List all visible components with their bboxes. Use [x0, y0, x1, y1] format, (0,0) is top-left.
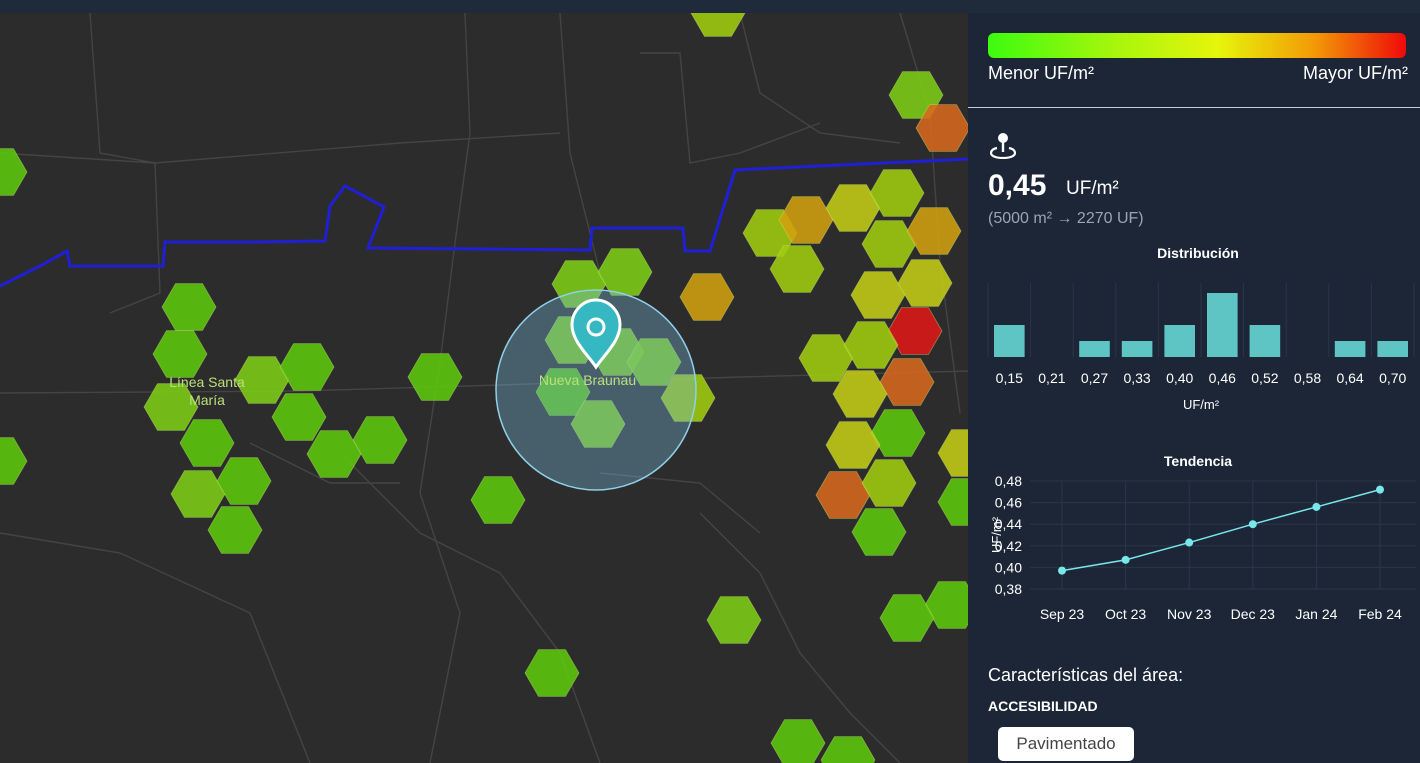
price-hexagon[interactable]	[879, 594, 935, 642]
price-hexagon[interactable]	[306, 430, 362, 478]
price-hexagon[interactable]	[937, 429, 968, 477]
dist-bar	[1079, 341, 1110, 357]
price-value: 0,45	[988, 169, 1047, 202]
dist-bar	[994, 325, 1025, 357]
price-hexagon[interactable]	[0, 437, 28, 485]
dist-bar	[1334, 341, 1366, 357]
map-roads	[0, 13, 968, 763]
dist-tick-label: 0,46	[1209, 370, 1236, 386]
trend-x-tick-label: Feb 24	[1358, 606, 1402, 622]
price-hexagon[interactable]	[861, 459, 917, 507]
price-hexagon[interactable]	[161, 283, 217, 331]
dist-tick-label: 0,21	[1038, 370, 1065, 386]
distribution-chart: 0,15 0,21 0,27 0,33 0,40 0,46 0,52 0,58 0,64 0,70…	[987, 283, 1415, 412]
price-hexagon[interactable]	[597, 248, 653, 296]
trend-point	[1058, 566, 1066, 575]
price-hexagons[interactable]	[0, 13, 968, 763]
price-hexagon[interactable]	[861, 220, 917, 268]
dist-tick-label: 0,58	[1294, 370, 1321, 386]
trend-y-tick-label: 0,48	[995, 473, 1022, 489]
price-hexagon[interactable]	[170, 470, 226, 518]
info-panel: Menor UF/m² Mayor UF/m² 0,45 UF/m² (5000…	[968, 13, 1420, 763]
price-hexagon[interactable]	[870, 409, 926, 457]
trend-y-tick-label: 0,38	[995, 581, 1022, 597]
price-legend-gradient	[988, 33, 1406, 58]
trend-point	[1312, 502, 1321, 511]
price-hexagon[interactable]	[352, 416, 408, 464]
price-hexagon[interactable]	[279, 343, 335, 391]
dist-bar	[1207, 293, 1238, 357]
trend-x-tick-label: Nov 23	[1167, 606, 1212, 622]
map-canvas[interactable]	[0, 13, 968, 763]
trend-point	[1248, 520, 1257, 529]
dist-x-axis-label: UF/m²	[1183, 397, 1220, 412]
price-hexagon[interactable]	[825, 421, 881, 469]
price-hexagon[interactable]	[524, 649, 580, 697]
price-hexagon[interactable]	[850, 271, 906, 319]
price-hexagon[interactable]	[897, 259, 953, 307]
trend-chart-title: Tendencia	[1163, 453, 1233, 469]
dist-tick-label: 0,15	[996, 370, 1023, 386]
location-radius-icon	[990, 133, 1016, 159]
trend-x-tick-label: Jan 24	[1295, 606, 1337, 622]
price-hexagon[interactable]	[851, 508, 907, 556]
price-hexagon[interactable]	[179, 419, 235, 467]
price-hexagon[interactable]	[815, 471, 871, 519]
trend-y-tick-label: 0,46	[995, 495, 1022, 511]
map-area[interactable]: Línea Santa María Nueva Braunau	[0, 13, 968, 763]
dist-bar	[1249, 325, 1281, 357]
trend-line	[1061, 488, 1381, 572]
dist-bar	[1164, 325, 1195, 357]
price-hexagon[interactable]	[470, 476, 526, 524]
dist-bar	[1121, 341, 1153, 357]
price-detail: (5000 m² → 2270 UF)	[988, 210, 1144, 227]
trend-x-tick-label: Oct 23	[1105, 606, 1146, 622]
price-hexagon[interactable]	[152, 330, 208, 378]
price-hexagon[interactable]	[679, 273, 735, 321]
price-hexagon[interactable]	[906, 207, 962, 255]
map-label-linea-santa-maria: Línea Santa María	[169, 374, 245, 408]
trend-y-axis-label: UF/m²	[989, 516, 1004, 553]
dist-tick-label: 0,70	[1379, 370, 1406, 386]
price-hexagon[interactable]	[690, 13, 746, 37]
trend-y-tick-label: 0,40	[995, 559, 1022, 575]
dist-tick-label: 0,27	[1081, 370, 1108, 386]
price-hexagon[interactable]	[879, 358, 935, 406]
dist-tick-label: 0,52	[1251, 370, 1278, 386]
trend-x-tick-label: Sep 23	[1040, 606, 1085, 622]
legend-min-label: Menor UF/m²	[988, 63, 1095, 83]
price-hexagon[interactable]	[271, 393, 327, 441]
distribution-chart-title: Distribución	[1157, 245, 1239, 261]
feature-chip-pavimentado[interactable]: Pavimentado	[998, 727, 1134, 761]
price-hexagon[interactable]	[0, 148, 28, 196]
price-hexagon[interactable]	[770, 719, 826, 763]
trend-x-tick-label: Dec 23	[1231, 606, 1276, 622]
price-hexagon[interactable]	[706, 596, 762, 644]
features-title: Características del área:	[988, 665, 1184, 685]
dist-tick-label: 0,40	[1166, 370, 1193, 386]
price-hexagon[interactable]	[937, 478, 968, 526]
features-subtitle: ACCESIBILIDAD	[988, 698, 1098, 714]
price-hexagon[interactable]	[407, 353, 463, 401]
price-hexagon[interactable]	[216, 457, 272, 505]
dist-bar	[1377, 341, 1408, 357]
trend-point	[1185, 538, 1194, 547]
legend-max-label: Mayor UF/m²	[1303, 63, 1408, 83]
map-label-nueva-braunau: Nueva Braunau	[538, 372, 637, 388]
trend-chart: 0,380,400,420,440,460,48Sep 23 Oct 23 Nov …	[989, 473, 1416, 622]
price-hexagon[interactable]	[207, 506, 263, 554]
top-bar	[0, 0, 1420, 13]
panel-divider	[968, 107, 1420, 108]
price-hexagon[interactable]	[820, 736, 876, 763]
trend-point	[1376, 485, 1384, 494]
trend-point	[1121, 555, 1130, 564]
dist-tick-label: 0,64	[1336, 370, 1363, 386]
price-unit: UF/m²	[1066, 178, 1119, 199]
dist-tick-label: 0,33	[1123, 370, 1150, 386]
